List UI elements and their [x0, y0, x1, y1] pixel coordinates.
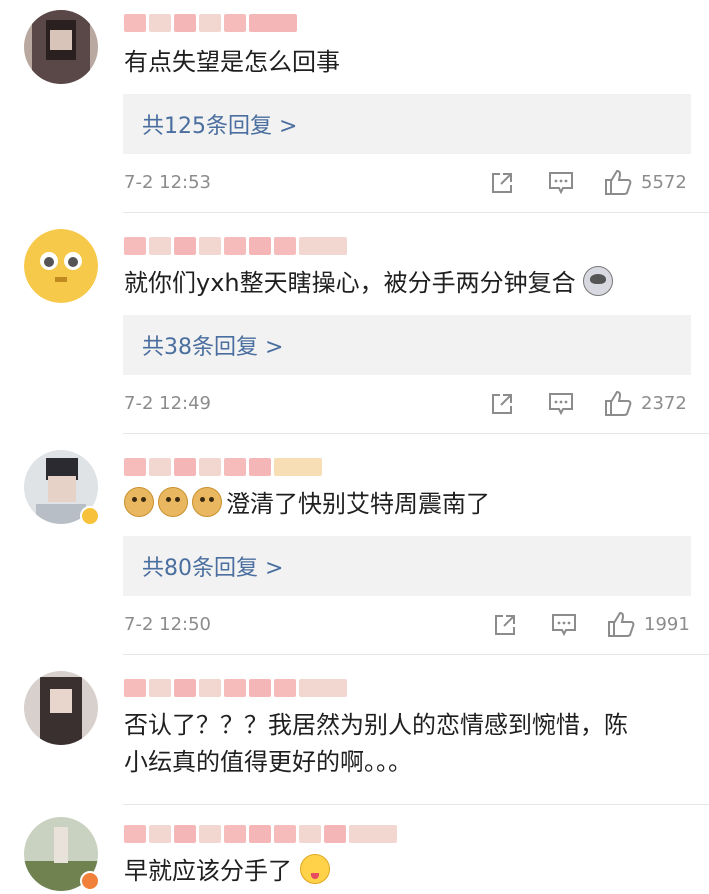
comment-text-line: 小纭真的值得更好的啊。。。	[124, 748, 412, 776]
comment-time: 7-2 12:50	[124, 614, 211, 635]
share-icon[interactable]	[489, 391, 515, 417]
avatar[interactable]	[24, 229, 98, 303]
comment-icon[interactable]	[551, 613, 577, 637]
comment-text-body: 就你们yxh整天瞎操心，被分手两分钟复合	[124, 269, 576, 297]
username-redacted[interactable]	[124, 677, 347, 699]
reply-summary[interactable]: 共125条回复 >	[123, 94, 691, 154]
verified-badge-icon	[80, 871, 100, 891]
comment-text-line: 否认了？？？我居然为别人的恋情感到惋惜，陈	[124, 711, 628, 739]
reply-link[interactable]: 共38条回复 >	[142, 329, 283, 361]
comment-text: 有点失望是怎么回事	[124, 48, 340, 76]
yum-emoji	[299, 854, 330, 884]
comment-text-body: 澄清了快别艾特周震南了	[226, 490, 490, 518]
comment-text: 澄清了快别艾特周震南了	[124, 486, 689, 523]
comment-item: 否认了？？？我居然为别人的恋情感到惋惜，陈 小纭真的值得更好的啊。。。	[0, 655, 709, 805]
thumbs-up-icon[interactable]	[607, 610, 635, 638]
reply-link[interactable]: 共80条回复 >	[142, 550, 283, 582]
comment-text: 就你们yxh整天瞎操心，被分手两分钟复合	[124, 265, 689, 302]
verified-badge-icon	[80, 506, 100, 526]
like-count: 1991	[644, 614, 690, 635]
doge-emoji	[124, 487, 154, 517]
comment-text: 早就应该分手了	[124, 853, 689, 890]
avatar[interactable]	[24, 671, 98, 745]
thumbs-up-icon[interactable]	[604, 168, 632, 196]
comment-item: 就你们yxh整天瞎操心，被分手两分钟复合 共38条回复 > 7-2 12:49 …	[0, 213, 709, 433]
doge-emoji	[192, 487, 222, 517]
comment-icon[interactable]	[548, 392, 574, 416]
share-icon[interactable]	[489, 170, 515, 196]
comment-item: 澄清了快别艾特周震南了 共80条回复 > 7-2 12:50 1991	[0, 434, 709, 654]
like-count: 5572	[641, 172, 687, 193]
username-redacted[interactable]	[124, 235, 347, 257]
comment-text: 否认了？？？我居然为别人的恋情感到惋惜，陈 小纭真的值得更好的啊。。。	[124, 707, 689, 781]
username-redacted[interactable]	[124, 456, 322, 478]
comment-icon[interactable]	[548, 171, 574, 195]
share-icon[interactable]	[492, 612, 518, 638]
reply-summary[interactable]: 共80条回复 >	[123, 536, 691, 596]
comment-text-body: 早就应该分手了	[124, 857, 292, 885]
comment-time: 7-2 12:49	[124, 393, 211, 414]
comment-item: 早就应该分手了	[0, 805, 709, 894]
username-redacted[interactable]	[124, 12, 297, 34]
doge-emoji	[158, 487, 188, 517]
comment-time: 7-2 12:53	[124, 172, 211, 193]
username-redacted[interactable]	[124, 823, 397, 845]
like-count: 2372	[641, 393, 687, 414]
comment-item: 有点失望是怎么回事 共125条回复 > 7-2 12:53 5572	[0, 0, 709, 212]
avatar[interactable]	[24, 10, 98, 84]
thumbs-up-icon[interactable]	[604, 389, 632, 417]
husky-emoji	[583, 266, 614, 296]
reply-link[interactable]: 共125条回复 >	[142, 108, 297, 140]
reply-summary[interactable]: 共38条回复 >	[123, 315, 691, 375]
